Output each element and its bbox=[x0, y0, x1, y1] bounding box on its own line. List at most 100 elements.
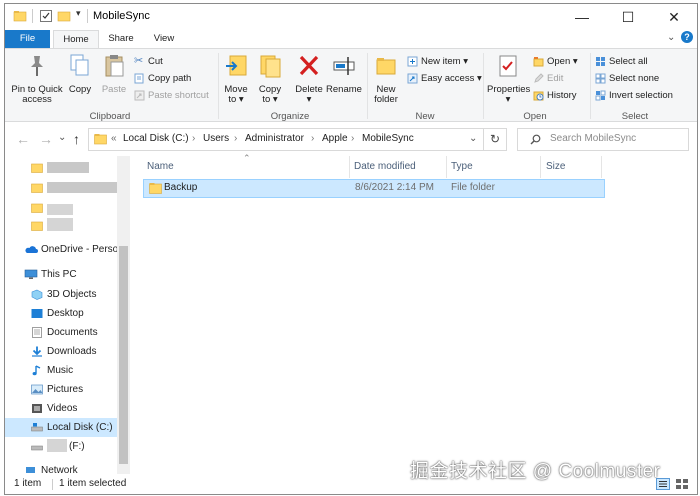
nav-label-onedrive: OneDrive - Person bbox=[41, 244, 117, 255]
selected-count: 1 item selected bbox=[59, 478, 127, 489]
column-header-type[interactable]: Type bbox=[451, 156, 473, 178]
search-input[interactable]: Search MobileSync bbox=[550, 133, 636, 144]
paste-shortcut-icon bbox=[134, 90, 145, 101]
copy-path-button[interactable]: Copy path bbox=[134, 72, 191, 86]
column-separator bbox=[349, 156, 350, 178]
nav-item-drive-f[interactable]: (F:) bbox=[5, 437, 117, 456]
breadcrumb-local-disk[interactable]: Local Disk (C:) bbox=[123, 133, 189, 144]
folder-icon bbox=[31, 203, 43, 213]
large-icons-view-icon[interactable] bbox=[675, 478, 689, 490]
file-row[interactable]: Backup 8/6/2021 2:14 PM File folder bbox=[143, 179, 605, 198]
tab-share[interactable]: Share bbox=[105, 30, 137, 48]
nav-item-3d-objects[interactable]: 3D Objects bbox=[5, 285, 117, 304]
nav-item-this-pc[interactable]: This PC bbox=[5, 265, 117, 284]
breadcrumb-apple[interactable]: Apple bbox=[322, 133, 348, 144]
nav-item-network[interactable]: Network bbox=[5, 463, 117, 474]
navigation-row: ← → ⌄ ↑ « Local Disk (C:) › Users › Admi… bbox=[5, 122, 697, 156]
history-button[interactable]: History bbox=[533, 89, 577, 103]
quick-access-item-redacted[interactable] bbox=[5, 198, 117, 217]
tab-view[interactable]: View bbox=[149, 30, 179, 48]
breadcrumb-separator: › bbox=[351, 133, 355, 144]
tab-home[interactable]: Home bbox=[53, 30, 99, 50]
column-separator bbox=[540, 156, 541, 178]
downloads-icon bbox=[32, 346, 42, 357]
column-header-size[interactable]: Size bbox=[546, 156, 565, 178]
new-item-icon bbox=[407, 56, 418, 67]
quick-access-item-redacted[interactable] bbox=[5, 178, 117, 197]
minimize-button[interactable]: — bbox=[559, 4, 605, 30]
file-name: Backup bbox=[164, 182, 198, 193]
tab-file[interactable]: File bbox=[5, 30, 50, 48]
quick-access-item-redacted[interactable] bbox=[5, 158, 117, 177]
nav-item-videos[interactable]: Videos bbox=[5, 399, 117, 418]
search-box[interactable]: Search MobileSync bbox=[517, 128, 689, 151]
forward-arrow-icon[interactable]: → bbox=[39, 131, 53, 147]
breadcrumb-mobilesync[interactable]: MobileSync bbox=[362, 133, 414, 144]
help-icon[interactable]: ? bbox=[681, 31, 693, 43]
quick-access-item-redacted[interactable] bbox=[5, 216, 117, 235]
pin-to-quick-access-button[interactable]: Pin to Quick access bbox=[9, 53, 65, 105]
copy-button[interactable]: Copy bbox=[67, 53, 93, 95]
new-folder-button[interactable]: New folder bbox=[371, 53, 401, 105]
item-count: 1 item bbox=[14, 478, 42, 489]
breadcrumb-users[interactable]: Users bbox=[203, 133, 229, 144]
quick-access-dropdown-icon[interactable]: ▾ bbox=[76, 8, 81, 19]
nav-item-pictures[interactable]: Pictures bbox=[5, 380, 117, 399]
nav-scrollbar-thumb[interactable] bbox=[119, 246, 128, 464]
cut-button[interactable]: ✂ Cut bbox=[134, 55, 163, 69]
new-folder-quick-icon[interactable] bbox=[57, 9, 71, 23]
back-arrow-icon[interactable]: ← bbox=[16, 131, 30, 147]
new-item-button[interactable]: New item ▾ bbox=[407, 55, 468, 69]
copy-to-button[interactable]: Copy to ▾ bbox=[255, 53, 285, 105]
paste-shortcut-button[interactable]: Paste shortcut bbox=[134, 89, 209, 103]
rename-button[interactable]: Rename bbox=[326, 53, 362, 95]
watermark: 掘金技术社区 @ Coolmuster bbox=[410, 461, 661, 482]
select-none-button[interactable]: Select none bbox=[595, 72, 659, 86]
folder-icon bbox=[94, 134, 107, 145]
nav-label-videos: Videos bbox=[47, 403, 78, 414]
nav-item-desktop[interactable]: Desktop bbox=[5, 304, 117, 323]
address-bar[interactable]: « Local Disk (C:) › Users › Administrato… bbox=[88, 128, 484, 151]
breadcrumb-administrator[interactable]: Administrator bbox=[245, 133, 304, 144]
search-icon bbox=[530, 134, 541, 145]
close-button[interactable]: ✕ bbox=[651, 4, 697, 30]
nav-item-music[interactable]: Music bbox=[5, 361, 117, 380]
address-dropdown-icon[interactable]: ⌄ bbox=[469, 133, 477, 144]
ribbon-tabs: File Home Share View ⌄ ? bbox=[5, 30, 697, 50]
properties-button[interactable]: Properties ▾ bbox=[487, 53, 530, 105]
nav-item-documents[interactable]: Documents bbox=[5, 323, 117, 342]
properties-check-icon[interactable] bbox=[39, 9, 53, 23]
pictures-icon bbox=[31, 384, 43, 395]
paste-button[interactable]: Paste bbox=[99, 53, 129, 95]
nav-item-downloads[interactable]: Downloads bbox=[5, 342, 117, 361]
select-all-button[interactable]: Select all bbox=[595, 55, 648, 69]
redacted-label bbox=[47, 218, 73, 231]
select-all-icon bbox=[596, 56, 605, 66]
redacted-label bbox=[47, 439, 67, 452]
select-none-icon bbox=[595, 73, 606, 84]
move-to-button[interactable]: Move to ▾ bbox=[221, 53, 251, 105]
breadcrumb-overflow[interactable]: « bbox=[111, 133, 117, 144]
history-label: History bbox=[547, 90, 577, 101]
nav-label-pictures: Pictures bbox=[47, 384, 84, 395]
delete-button[interactable]: Delete ▾ bbox=[293, 53, 325, 105]
column-header-date[interactable]: Date modified bbox=[354, 156, 416, 178]
up-arrow-icon[interactable]: ↑ bbox=[73, 131, 80, 147]
nav-item-local-disk[interactable]: Local Disk (C:) bbox=[5, 418, 117, 437]
column-header-name[interactable]: Name bbox=[147, 156, 174, 178]
nav-label-3d-objects: 3D Objects bbox=[47, 289, 97, 300]
invert-selection-button[interactable]: Invert selection bbox=[595, 89, 673, 103]
edit-button[interactable]: Edit bbox=[533, 72, 563, 86]
easy-access-button[interactable]: Easy access ▾ bbox=[407, 72, 482, 86]
title-bar: ▾ MobileSync — ☐ ✕ bbox=[5, 4, 697, 30]
ribbon-separator bbox=[590, 53, 591, 119]
ribbon-expand-icon[interactable]: ⌄ bbox=[667, 32, 675, 43]
maximize-button[interactable]: ☐ bbox=[605, 4, 651, 30]
nav-item-onedrive[interactable]: OneDrive - Person bbox=[5, 240, 117, 259]
nav-label-music: Music bbox=[47, 365, 74, 376]
open-button[interactable]: Open ▾ bbox=[533, 55, 578, 69]
recent-locations-icon[interactable]: ⌄ bbox=[58, 132, 66, 143]
refresh-button[interactable]: ↻ bbox=[483, 128, 507, 151]
nav-scrollbar[interactable] bbox=[117, 156, 130, 474]
navigation-pane: OneDrive - Person This PC 3D Objects Des… bbox=[5, 156, 131, 474]
